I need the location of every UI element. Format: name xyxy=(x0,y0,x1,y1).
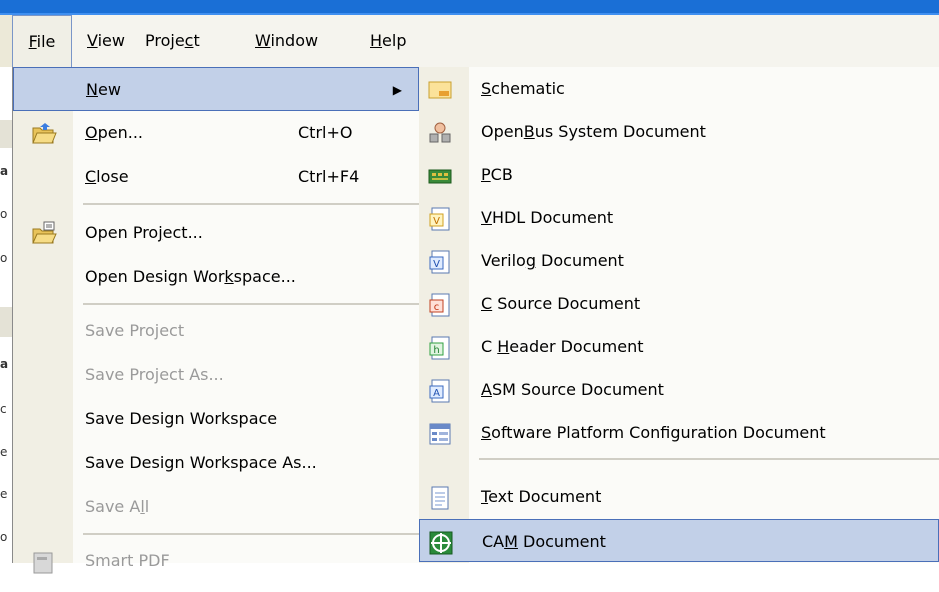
background-char: o xyxy=(0,530,8,544)
menu-item-save-design-workspace-as[interactable]: Save Design Workspace As... xyxy=(13,441,419,485)
menu-item-save-project-as[interactable]: Save Project As... xyxy=(13,353,419,397)
background-panel-block xyxy=(0,307,12,337)
menu-separator xyxy=(479,458,939,460)
menu-bar: File View Project Window Help xyxy=(0,15,939,67)
menu-help[interactable]: Help xyxy=(370,15,406,67)
submenu-item-cam-document[interactable]: CAM Document xyxy=(419,519,939,562)
shortcut-text: Ctrl+O xyxy=(298,123,353,142)
svg-text:V: V xyxy=(433,259,440,270)
menu-item-new[interactable]: New ▶ xyxy=(13,67,419,111)
menu-item-save-all[interactable]: Save All xyxy=(13,485,419,529)
submenu-item-pcb[interactable]: PCB xyxy=(419,153,939,196)
background-window-edge: a o o a c e e o xyxy=(0,67,12,563)
submenu-item-asm-source[interactable]: A ASM Source Document xyxy=(419,368,939,411)
menu-item-open-project[interactable]: Open Project... xyxy=(13,211,419,255)
text-document-icon xyxy=(427,484,453,510)
asm-source-icon: A xyxy=(427,377,453,403)
background-panel-block xyxy=(0,120,12,148)
schematic-icon xyxy=(427,76,453,102)
submenu-item-openbus[interactable]: OpenBus System Document xyxy=(419,110,939,153)
submenu-item-verilog[interactable]: V Verilog Document xyxy=(419,239,939,282)
openbus-icon xyxy=(427,119,453,145)
submenu-item-software-platform[interactable]: Software Platform Configuration Document xyxy=(419,411,939,454)
background-char: e xyxy=(0,487,8,501)
svg-text:A: A xyxy=(433,388,440,399)
menu-view[interactable]: View xyxy=(87,15,125,67)
submenu-item-c-header[interactable]: h C Header Document xyxy=(419,325,939,368)
shortcut-text: Ctrl+F4 xyxy=(298,167,360,186)
background-char: o xyxy=(0,207,8,221)
submenu-item-c-source[interactable]: c C Source Document xyxy=(419,282,939,325)
menu-separator xyxy=(83,533,419,535)
menu-bar-gutter xyxy=(0,15,12,67)
svg-text:h: h xyxy=(433,345,439,356)
cam-document-icon xyxy=(428,529,454,555)
menu-project[interactable]: Project xyxy=(145,15,200,67)
menu-item-open[interactable]: Open... Ctrl+O xyxy=(13,111,419,155)
menu-window[interactable]: Window xyxy=(255,15,318,67)
verilog-icon: V xyxy=(427,248,453,274)
software-platform-icon xyxy=(427,420,453,446)
new-submenu: Schematic OpenBus System Document PCB V … xyxy=(419,67,939,563)
menu-item-open-design-workspace[interactable]: Open Design Workspace... xyxy=(13,255,419,299)
window-title-bar-strip xyxy=(0,0,939,13)
submenu-item-text-document[interactable]: Text Document xyxy=(419,475,939,518)
vhdl-icon: V xyxy=(427,205,453,231)
submenu-item-schematic[interactable]: Schematic xyxy=(419,67,939,110)
svg-text:c: c xyxy=(434,302,440,313)
menu-item-save-project[interactable]: Save Project xyxy=(13,309,419,353)
submenu-item-vhdl[interactable]: V VHDL Document xyxy=(419,196,939,239)
menu-item-smart-pdf[interactable]: Smart PDF xyxy=(13,539,419,583)
background-char: o xyxy=(0,251,8,265)
menu-separator xyxy=(83,303,419,305)
open-project-icon xyxy=(31,220,57,246)
submenu-arrow-icon: ▶ xyxy=(392,83,402,97)
menu-separator xyxy=(83,203,419,205)
menu-item-save-design-workspace[interactable]: Save Design Workspace xyxy=(13,397,419,441)
open-folder-icon xyxy=(31,120,57,146)
pcb-icon xyxy=(427,162,453,188)
menu-file[interactable]: File xyxy=(12,15,72,67)
background-char: e xyxy=(0,445,8,459)
background-char: a xyxy=(0,164,9,178)
smart-pdf-icon xyxy=(31,548,57,574)
svg-text:V: V xyxy=(433,216,440,227)
c-header-icon: h xyxy=(427,334,453,360)
background-char: c xyxy=(0,402,7,416)
c-source-icon: c xyxy=(427,291,453,317)
menu-item-close[interactable]: Close Ctrl+F4 xyxy=(13,155,419,199)
file-menu-dropdown: New ▶ Open... Ctrl+O Close Ctrl+F4 Open … xyxy=(12,67,419,574)
background-char: a xyxy=(0,357,9,371)
